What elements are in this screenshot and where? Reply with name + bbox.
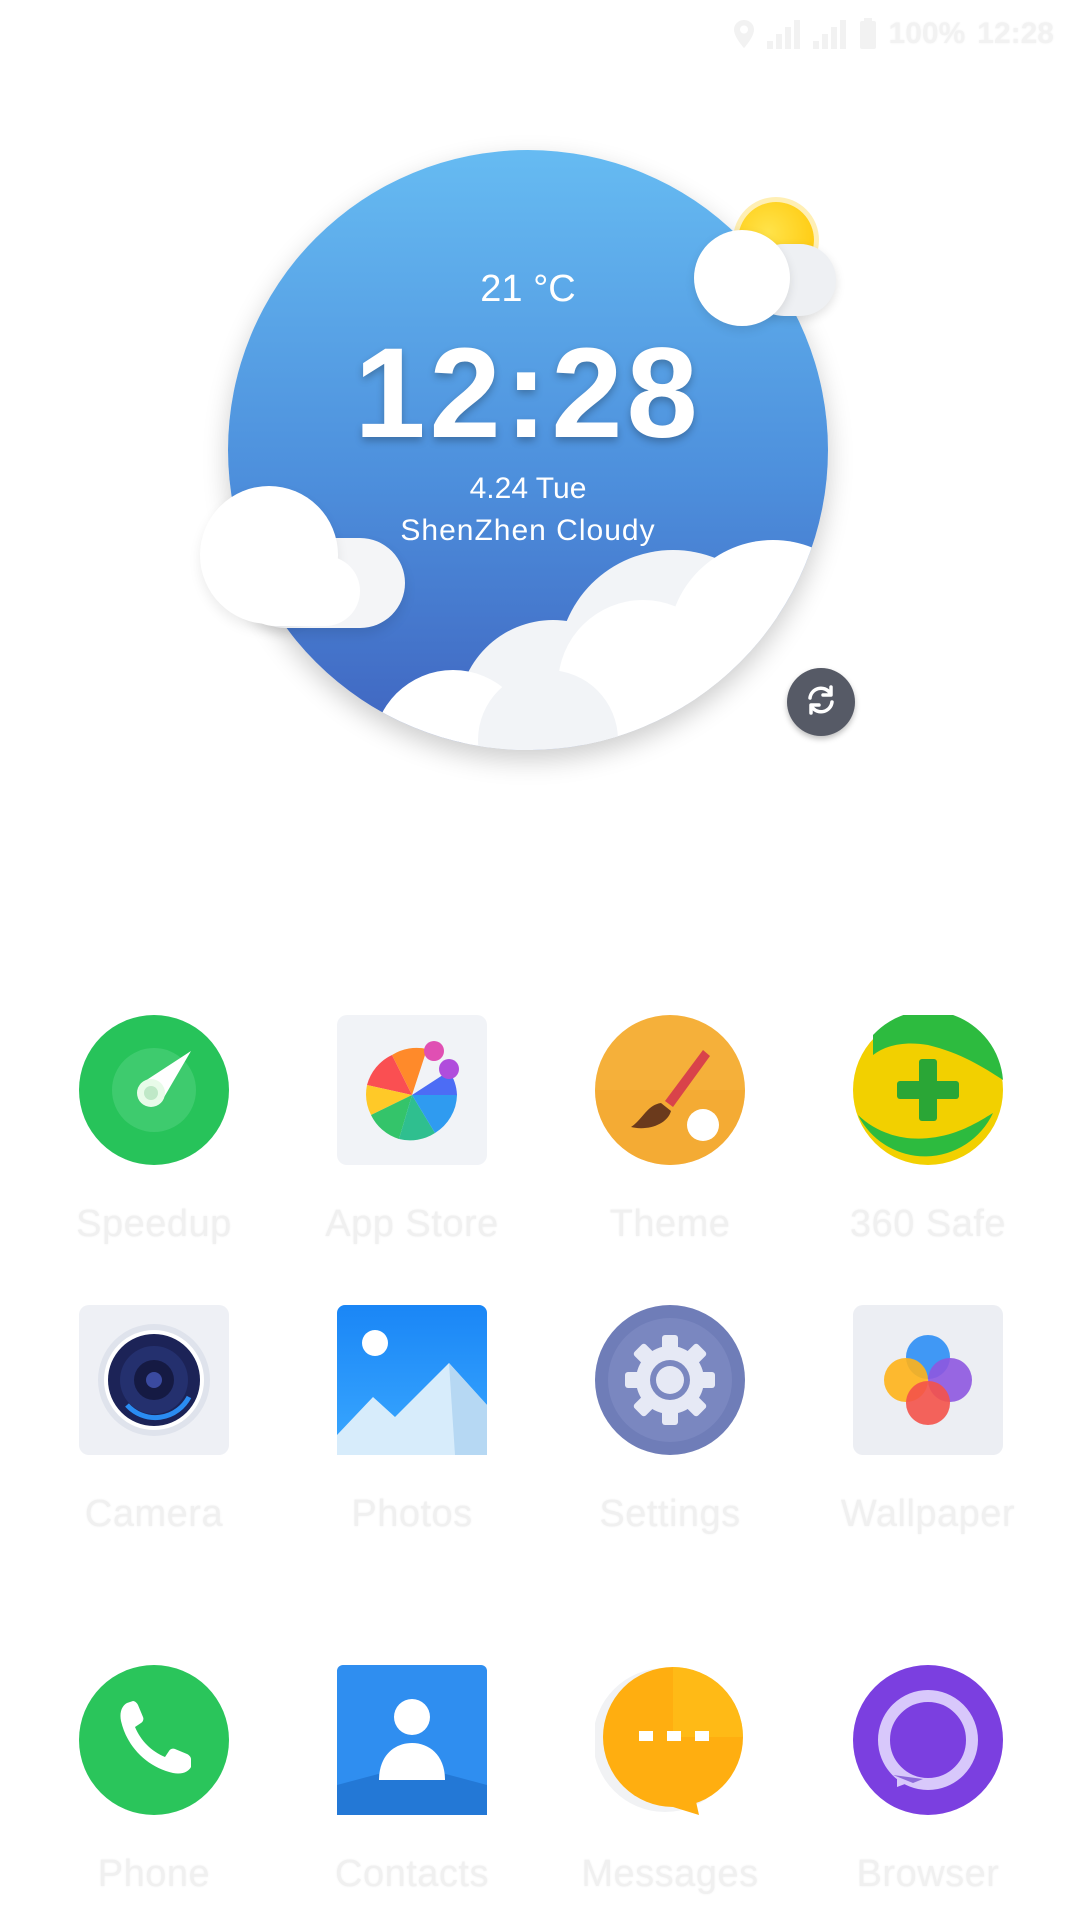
refresh-icon: [804, 683, 838, 722]
refresh-button[interactable]: [787, 668, 855, 736]
app-contacts[interactable]: Contacts: [312, 1665, 512, 1905]
speedometer-icon: [79, 1015, 229, 1165]
battery-percent: 100%: [888, 17, 966, 50]
app-store-icon: [337, 1015, 487, 1165]
app-label: Wallpaper: [840, 1493, 1016, 1535]
app-label: Photos: [351, 1493, 473, 1535]
app-messages[interactable]: Messages: [570, 1665, 770, 1905]
battery-icon: [859, 18, 877, 50]
app-360-safe[interactable]: 360 Safe: [828, 1015, 1028, 1255]
camera-lens-icon: [79, 1305, 229, 1455]
phone-icon: [79, 1665, 229, 1815]
app-label: Settings: [599, 1493, 741, 1535]
app-theme[interactable]: Theme: [570, 1015, 770, 1255]
status-bar: 100% 12:28: [0, 0, 1080, 70]
app-camera[interactable]: Camera: [54, 1305, 254, 1545]
app-label: Phone: [97, 1853, 211, 1895]
app-browser[interactable]: Browser: [828, 1665, 1028, 1905]
app-label: Speedup: [76, 1203, 232, 1245]
app-label: 360 Safe: [849, 1203, 1007, 1245]
signal-icon: [766, 19, 801, 49]
plus-shield-icon: [853, 1015, 1003, 1165]
app-photos[interactable]: Photos: [312, 1305, 512, 1545]
gear-icon: [595, 1305, 745, 1455]
app-settings[interactable]: Settings: [570, 1305, 770, 1545]
status-icons: 100% 12:28: [733, 14, 1054, 54]
app-phone[interactable]: Phone: [54, 1665, 254, 1905]
contact-icon: [337, 1665, 487, 1815]
sun-cloud-icon: [688, 202, 838, 332]
weather-clock-widget[interactable]: 21 °C 12:28 4.24 Tue ShenZhen Cloudy: [200, 150, 836, 750]
browser-ring-icon: [853, 1665, 1003, 1815]
app-label: Browser: [856, 1853, 1000, 1895]
app-label: Messages: [581, 1853, 759, 1895]
app-wallpaper[interactable]: Wallpaper: [828, 1305, 1028, 1545]
app-label: Theme: [609, 1203, 731, 1245]
paintbrush-icon: [595, 1015, 745, 1165]
app-label: Camera: [84, 1493, 224, 1535]
cloud-decoration: [200, 486, 410, 628]
location-icon: [733, 19, 755, 49]
signal-icon: [812, 19, 847, 49]
app-speedup[interactable]: Speedup: [54, 1015, 254, 1255]
app-label: App Store: [325, 1203, 499, 1245]
status-time: 12:28: [977, 17, 1054, 50]
chat-bubble-icon: [595, 1665, 745, 1815]
app-app-store[interactable]: App Store: [312, 1015, 512, 1255]
app-label: Contacts: [335, 1853, 489, 1895]
color-dots-icon: [853, 1305, 1003, 1455]
mountain-photo-icon: [337, 1305, 487, 1455]
clock-time: 12:28: [354, 322, 702, 465]
